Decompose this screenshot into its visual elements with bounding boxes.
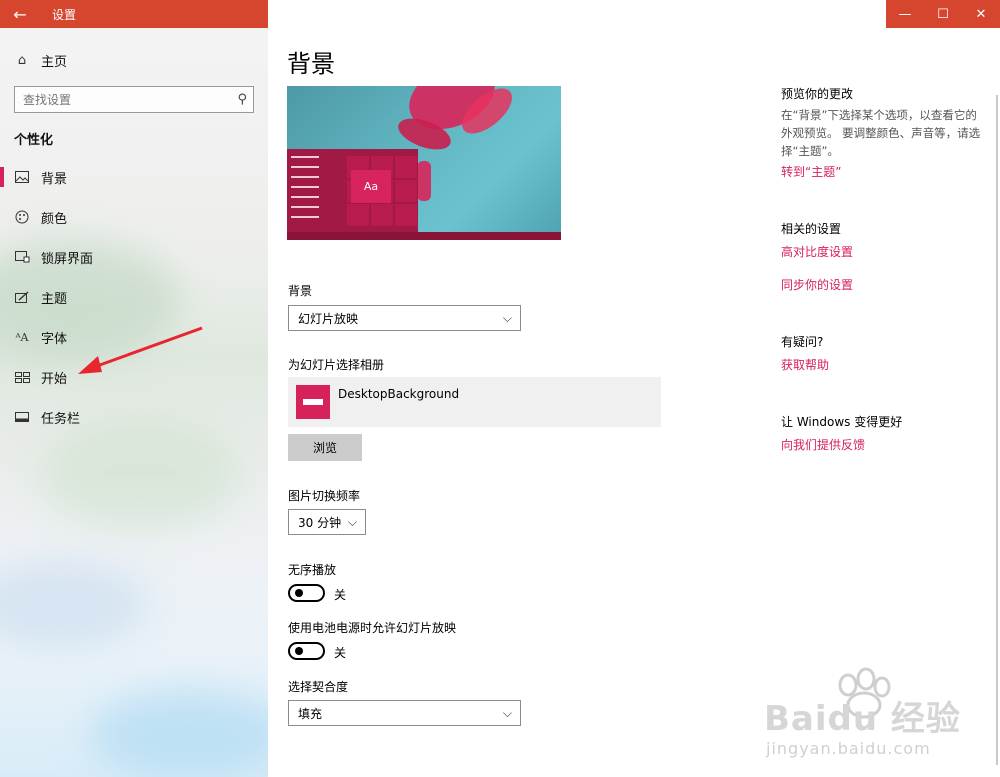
fit-label: 选择契合度 <box>288 680 349 694</box>
chevron-down-icon: ⌵ <box>502 706 512 720</box>
interval-label: 图片切换频率 <box>288 489 361 503</box>
section-title: 个性化 <box>14 133 54 148</box>
shuffle-label: 无序播放 <box>288 563 337 577</box>
background-value: 幻灯片放映 <box>298 311 359 326</box>
shuffle-state: 关 <box>334 588 347 602</box>
lockscreen-icon <box>14 249 30 265</box>
toggle-knob <box>295 589 303 597</box>
fit-dropdown[interactable]: 填充 ⌵ <box>288 700 521 726</box>
toggle-knob <box>295 647 303 655</box>
background-preview: Aa <box>287 86 561 240</box>
shuffle-toggle[interactable] <box>288 584 325 602</box>
sidebar-blur-decoration <box>40 420 240 530</box>
minimize-button[interactable]: — <box>886 0 924 28</box>
album-label: 为幻灯片选择相册 <box>288 358 385 372</box>
fit-value: 填充 <box>298 706 323 721</box>
preview-taskbar <box>287 232 561 240</box>
sidebar: ← 设置 ⌂ 主页 ⚲ 个性化 背景 颜色 锁屏界面 主题 ᴬA 字体 <box>0 0 268 777</box>
sidebar-item-lockscreen[interactable]: 锁屏界面 <box>0 240 268 274</box>
battery-state: 关 <box>334 646 347 660</box>
interval-dropdown[interactable]: 30 分钟 ⌵ <box>288 509 366 535</box>
preview-menu-lines <box>291 156 319 226</box>
page-title: 背景 <box>287 50 335 78</box>
font-icon: ᴬA <box>15 330 29 344</box>
album-item[interactable]: DesktopBackground <box>288 377 661 427</box>
sidebar-item-taskbar[interactable]: 任务栏 <box>0 400 268 434</box>
arrow-left-icon: ← <box>13 4 27 24</box>
start-icon <box>14 369 30 385</box>
folder-icon <box>296 385 330 419</box>
contrast-link[interactable]: 高对比度设置 <box>781 243 853 260</box>
sidebar-item-background[interactable]: 背景 <box>0 160 268 194</box>
question-heading: 有疑问? <box>781 335 824 349</box>
sidebar-item-label: 锁屏界面 <box>41 251 94 267</box>
close-button[interactable]: ✕ <box>962 0 1000 28</box>
theme-link[interactable]: 转到“主题” <box>781 163 841 180</box>
preview-tile <box>395 180 417 202</box>
feedback-link[interactable]: 向我们提供反馈 <box>781 436 865 453</box>
search-icon[interactable]: ⚲ <box>237 92 247 107</box>
battery-label: 使用电池电源时允许幻灯片放映 <box>288 621 457 635</box>
album-name: DesktopBackground <box>338 387 460 401</box>
browse-button[interactable]: 浏览 <box>288 434 362 461</box>
sidebar-item-home[interactable]: ⌂ 主页 <box>0 43 268 77</box>
search-input[interactable] <box>23 92 223 107</box>
scrollbar[interactable] <box>996 95 998 765</box>
window-title: 设置 <box>52 8 77 22</box>
sidebar-item-label: 主题 <box>41 291 68 307</box>
sidebar-blur-decoration <box>90 690 268 777</box>
sidebar-item-themes[interactable]: 主题 <box>0 280 268 314</box>
sidebar-item-label: 颜色 <box>41 211 68 227</box>
window-controls: — ☐ ✕ <box>886 0 1000 28</box>
sidebar-item-label: 背景 <box>41 171 68 187</box>
preview-tile <box>395 156 417 178</box>
flower-decoration <box>417 161 431 201</box>
maximize-icon: ☐ <box>937 6 949 22</box>
related-heading: 相关的设置 <box>781 222 842 236</box>
picture-icon <box>14 169 30 185</box>
minimize-icon: — <box>898 6 912 22</box>
home-icon: ⌂ <box>17 52 27 68</box>
sidebar-item-colors[interactable]: 颜色 <box>0 200 268 234</box>
search-field[interactable]: ⚲ <box>14 86 254 113</box>
preview-tile <box>371 204 393 226</box>
sidebar-blur-decoration <box>0 560 150 650</box>
preview-tile <box>395 204 417 226</box>
back-button[interactable]: ← <box>0 0 40 28</box>
chevron-down-icon: ⌵ <box>347 515 357 529</box>
preview-description: 在“背景”下选择某个选项，以查看它的外观预览。 要调整颜色、声音等，请选择“主题… <box>781 108 981 158</box>
watermark-brand: Baidu 经验 <box>764 699 961 739</box>
battery-toggle[interactable] <box>288 642 325 660</box>
background-dropdown[interactable]: 幻灯片放映 ⌵ <box>288 305 521 331</box>
maximize-button[interactable]: ☐ <box>924 0 962 28</box>
watermark: Baidu 经验 jingyan.baidu.com <box>760 665 990 765</box>
sync-link[interactable]: 同步你的设置 <box>781 276 853 293</box>
close-icon: ✕ <box>975 6 987 22</box>
titlebar <box>0 0 268 28</box>
sidebar-item-label: 字体 <box>41 331 68 347</box>
background-label: 背景 <box>288 284 313 298</box>
annotation-arrow <box>78 326 203 374</box>
preview-tile-label: Aa <box>351 170 391 203</box>
sidebar-item-label: 开始 <box>41 371 68 387</box>
chevron-down-icon: ⌵ <box>502 311 512 325</box>
preview-tile <box>347 204 369 226</box>
watermark-url: jingyan.baidu.com <box>766 739 931 758</box>
palette-icon <box>14 209 30 225</box>
theme-icon <box>14 289 30 305</box>
interval-value: 30 分钟 <box>298 515 342 530</box>
preview-heading: 预览你的更改 <box>781 87 854 101</box>
help-link[interactable]: 获取帮助 <box>781 356 829 373</box>
taskbar-icon <box>14 409 30 425</box>
improve-heading: 让 Windows 变得更好 <box>781 415 903 429</box>
sidebar-item-label: 主页 <box>41 54 68 70</box>
sidebar-item-label: 任务栏 <box>41 411 81 427</box>
